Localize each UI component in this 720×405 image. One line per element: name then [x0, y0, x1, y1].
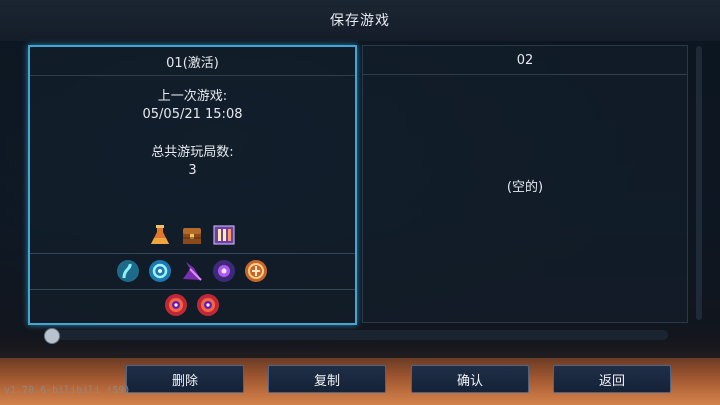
save-slot-1[interactable]: 01(激活) 上一次游戏: 05/05/21 15:08 总共游玩局数: 3 — [28, 45, 357, 325]
total-runs-value: 3 — [188, 163, 197, 178]
boss-cell-icon — [164, 293, 188, 317]
swirl-icon — [148, 259, 172, 283]
slot-1-title: 01(激活) — [166, 55, 219, 71]
divider-1 — [30, 253, 355, 254]
horizontal-scrollbar[interactable] — [44, 328, 668, 344]
window-title-text: 保存游戏 — [330, 13, 390, 29]
slot-1-header: 01(激活) — [30, 47, 355, 76]
copy-button[interactable]: 复制 — [268, 365, 386, 393]
slot-2-empty-label: (空的) — [506, 180, 544, 195]
boss-cell-icon — [196, 293, 220, 317]
back-button[interactable]: 返回 — [553, 365, 671, 393]
last-game-label: 上一次游戏: — [157, 89, 228, 104]
eye-icon — [212, 259, 236, 283]
rune-icon — [212, 223, 236, 247]
scrollbar-thumb[interactable] — [44, 328, 60, 344]
delete-button[interactable]: 删除 — [126, 365, 244, 393]
tentacle-icon — [116, 259, 140, 283]
slot-2-header: 02 — [363, 46, 687, 75]
confirm-button[interactable]: 确认 — [411, 365, 529, 393]
claw-icon — [180, 259, 204, 283]
chest-icon — [180, 223, 204, 247]
flask-icon — [148, 223, 172, 247]
save-slot-2[interactable]: 02 (空的) — [362, 45, 688, 323]
slot-2-title: 02 — [516, 52, 534, 68]
window-title: 保存游戏 — [0, 0, 720, 41]
vertical-scrollbar[interactable] — [696, 46, 702, 320]
total-runs-label: 总共游玩局数: — [151, 145, 234, 160]
divider-2 — [30, 289, 355, 290]
shield-rune-icon — [244, 259, 268, 283]
last-game-value: 05/05/21 15:08 — [142, 107, 243, 122]
version-label: v1.70.6-bilibili (59) — [4, 385, 131, 396]
